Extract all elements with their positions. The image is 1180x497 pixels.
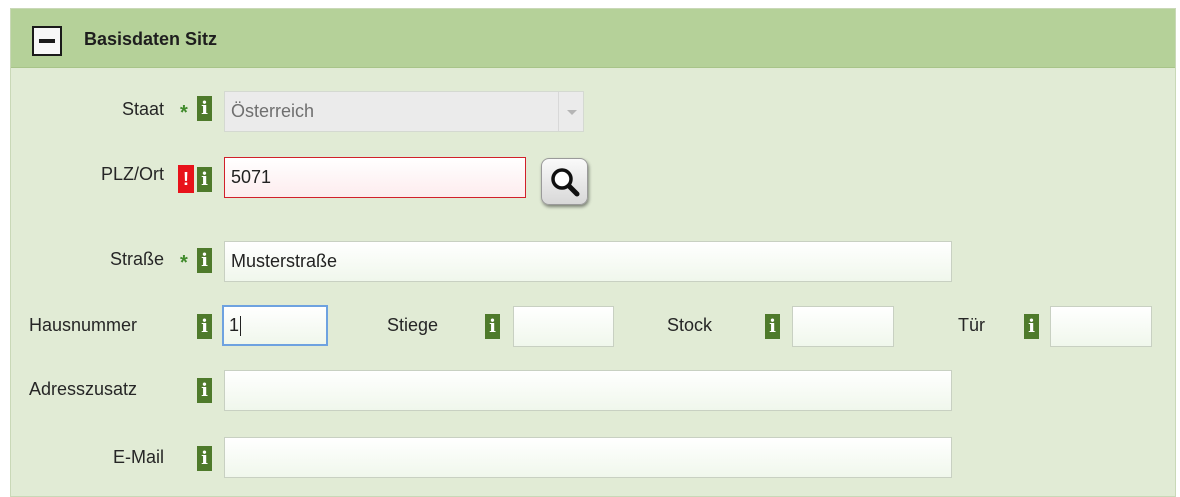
adresszusatz-label: Adresszusatz [29, 379, 138, 399]
staat-select-value: Österreich [231, 101, 315, 121]
hausnummer-value: 1 [229, 315, 240, 335]
stock-input[interactable] [792, 306, 894, 347]
hausnummer-label: Hausnummer [29, 315, 138, 335]
hausnummer-input[interactable]: 1 [222, 305, 328, 346]
search-button[interactable] [541, 158, 588, 205]
plz-ort-input[interactable]: 5071 [224, 157, 526, 198]
info-icon[interactable]: i [197, 248, 212, 273]
chevron-down-icon [558, 92, 583, 131]
plz-ort-label: PLZ/Ort [100, 164, 164, 184]
info-icon[interactable]: i [197, 446, 212, 471]
tuer-input[interactable] [1050, 306, 1152, 347]
strasse-input[interactable]: Musterstraße [224, 241, 952, 282]
staat-select: Österreich [224, 91, 584, 132]
required-marker: * [180, 252, 188, 274]
stiege-label: Stiege [387, 315, 439, 335]
info-icon[interactable]: i [197, 378, 212, 403]
info-icon[interactable]: i [1024, 314, 1039, 339]
email-input[interactable] [224, 437, 952, 478]
info-icon[interactable]: i [197, 167, 212, 192]
section-header: Basisdaten Sitz [11, 9, 1175, 68]
info-icon[interactable]: i [197, 96, 212, 121]
tuer-label: Tür [958, 315, 985, 335]
stiege-input[interactable] [513, 306, 614, 347]
info-icon[interactable]: i [765, 314, 780, 339]
magnifier-icon [551, 168, 580, 197]
text-caret [240, 316, 242, 337]
strasse-label: Straße [109, 249, 164, 269]
adresszusatz-input[interactable] [224, 370, 952, 411]
error-icon: ! [178, 165, 194, 193]
stock-label: Stock [667, 315, 713, 335]
info-icon[interactable]: i [485, 314, 500, 339]
staat-label: Staat [121, 99, 164, 119]
section-title: Basisdaten Sitz [84, 29, 218, 49]
info-icon[interactable]: i [197, 314, 212, 339]
required-marker: * [180, 102, 188, 124]
email-label: E-Mail [112, 447, 164, 467]
collapse-icon[interactable] [32, 26, 62, 56]
